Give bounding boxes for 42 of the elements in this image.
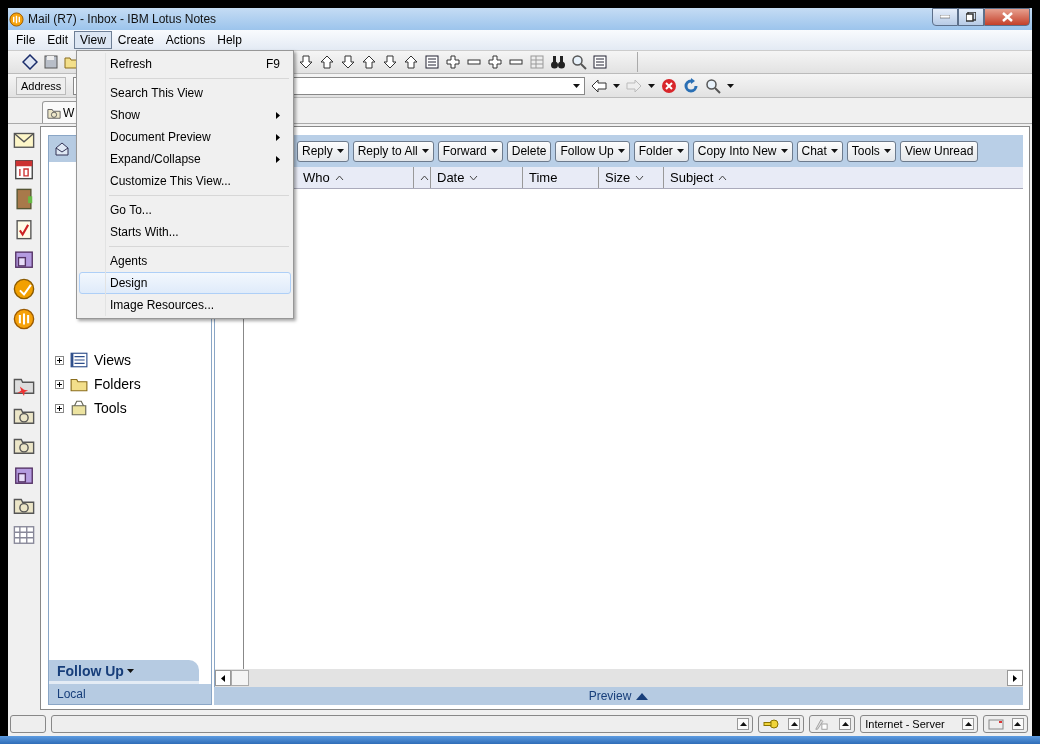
menu-item[interactable]: Document Preview [79,126,291,148]
menu-item[interactable]: Customize This View... [79,170,291,192]
menu-item[interactable]: View [74,31,112,49]
action-button[interactable]: View Unread [899,140,979,162]
menu-item[interactable]: Search This View [79,82,291,104]
follow-up-tab[interactable]: Follow Up [49,660,199,684]
location-label: Local [49,684,211,704]
menu-item[interactable]: Help [211,31,248,49]
menu-item[interactable]: Design [79,272,291,294]
preview-toggle[interactable]: Preview [214,687,1023,705]
location-selector[interactable]: Internet - Server [860,715,979,733]
tree-item[interactable]: Folders [94,376,141,392]
menu-item[interactable]: Create [111,31,160,49]
column-header[interactable]: Who [303,170,330,185]
action-button[interactable]: Chat [796,140,843,162]
window-title: Mail (R7) - Inbox - IBM Lotus Notes [28,12,217,26]
menu-item[interactable]: Expand/Collapse [79,148,291,170]
action-button[interactable]: Reply to All [352,140,434,162]
column-header[interactable]: Time [529,170,558,185]
menu-item[interactable]: Agents [79,250,291,272]
tree-item[interactable]: Tools [94,400,127,416]
shortcut-label: F9 [266,57,280,71]
action-button[interactable]: Forward [437,140,503,162]
menu-item[interactable]: Starts With... [79,221,291,243]
address-label: Address [16,76,67,95]
menu-item[interactable]: Actions [159,31,212,49]
action-button[interactable]: Copy Into New [692,140,793,162]
menu-item[interactable]: Refresh F9 [79,53,291,75]
menu-item[interactable]: Go To... [79,199,291,221]
action-button[interactable]: Tools [846,140,896,162]
tree-item[interactable]: Views [94,352,132,368]
action-button[interactable]: Follow Up [555,140,630,162]
menu-item[interactable]: File [10,31,42,49]
action-button[interactable]: Delete [506,140,552,162]
action-button[interactable]: Reply [297,140,349,162]
menu-item[interactable]: Edit [41,31,75,49]
column-header[interactable]: Size [605,170,631,185]
column-header[interactable]: Subject [670,170,714,185]
menu-item[interactable]: Show [79,104,291,126]
column-header[interactable]: Date [437,170,465,185]
action-button[interactable]: Folder [633,140,689,162]
menu-item[interactable]: Image Resources... [79,294,291,316]
